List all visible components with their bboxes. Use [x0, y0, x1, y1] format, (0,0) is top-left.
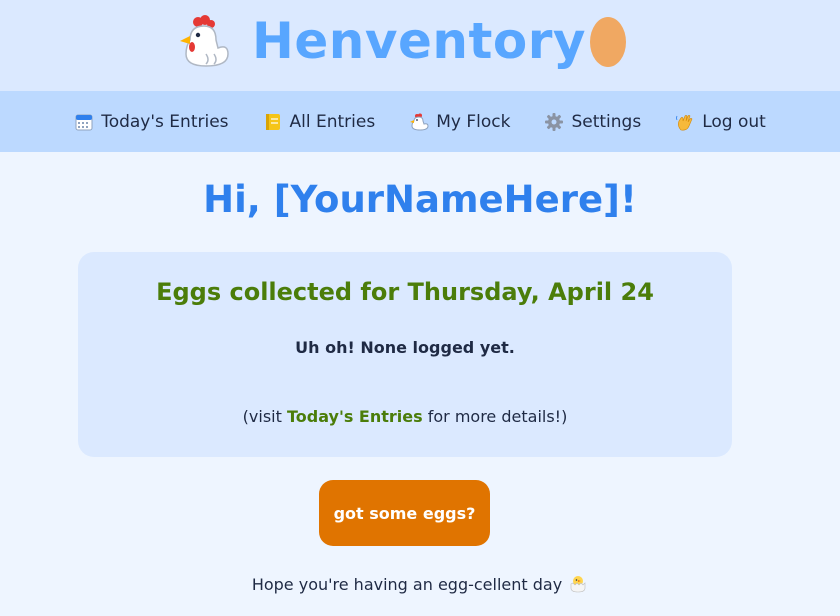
nav-label: My Flock	[436, 111, 511, 132]
todays-entries-link[interactable]: Today's Entries	[287, 407, 423, 426]
main-nav: Today's Entries All Entries My Flock Set…	[0, 91, 840, 152]
chicken-icon	[180, 15, 229, 67]
nav-item-todays-entries[interactable]: Today's Entries	[57, 112, 245, 132]
footer-text: Hope you're having an egg-cellent day	[251, 575, 563, 594]
hatching-chick-icon	[570, 576, 586, 593]
nav-label: All Entries	[289, 111, 376, 132]
calendar-icon	[75, 114, 93, 130]
greeting-heading: Hi, [YourNameHere]!	[203, 178, 637, 221]
gear-icon	[545, 112, 564, 131]
app-header: Henventory	[0, 0, 840, 91]
nav-item-log-out[interactable]: Log out	[658, 112, 783, 132]
note-prefix: (visit	[242, 407, 287, 426]
nav-item-my-flock[interactable]: My Flock	[392, 112, 527, 132]
wave-hand-icon	[676, 114, 693, 130]
log-eggs-button[interactable]: got some eggs?	[319, 480, 490, 546]
nav-item-settings[interactable]: Settings	[527, 112, 658, 132]
note-suffix: for more details!)	[422, 407, 568, 426]
nav-label: Today's Entries	[101, 111, 229, 132]
notebook-icon	[265, 113, 280, 130]
app-title: Henventory	[252, 12, 586, 70]
nav-label: Log out	[702, 111, 766, 132]
empty-message: Uh oh! None logged yet.	[295, 338, 515, 357]
footer-message: Hope you're having an egg-cellent day	[0, 573, 840, 594]
card-note: (visit Today's Entries for more details!…	[78, 407, 732, 426]
card-title: Eggs collected for Thursday, April 24	[156, 278, 654, 306]
nav-label: Settings	[571, 111, 642, 132]
nav-item-all-entries[interactable]: All Entries	[246, 112, 393, 132]
daily-summary-card: Eggs collected for Thursday, April 24 Uh…	[78, 252, 732, 457]
egg-icon	[590, 17, 626, 67]
chicken-icon	[410, 113, 429, 131]
